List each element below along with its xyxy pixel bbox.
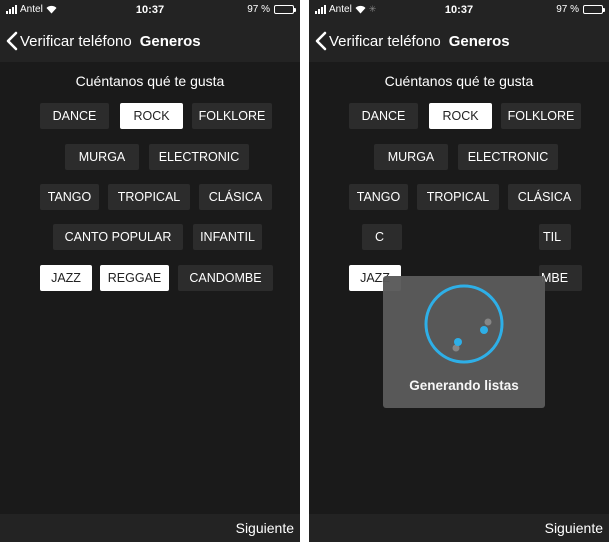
genre-chip-dance[interactable]: DANCE (349, 103, 418, 129)
nav-bar: Verificar teléfono Generos (0, 20, 300, 62)
genre-chip-electronic[interactable]: ELECTRONIC (149, 144, 249, 170)
genre-chip-candombe[interactable]: MBE (539, 265, 582, 291)
genre-chip-infantil[interactable]: TIL (539, 224, 571, 250)
next-button[interactable]: Siguiente (545, 520, 603, 536)
screen-genres-loading: Antel ✳ 10:37 97 % Verificar teléfono Ge… (309, 0, 609, 542)
page-title: Generos (448, 32, 510, 50)
back-label: Verificar teléfono (329, 32, 441, 50)
genre-chip-electronic[interactable]: ELECTRONIC (458, 144, 558, 170)
genre-chip-canto-popular[interactable]: CANTO POPULAR (53, 224, 183, 250)
status-bar: Antel 10:37 97 % (0, 0, 300, 20)
genre-chip-tropical[interactable]: TROPICAL (417, 184, 499, 210)
battery-percent: 97 % (247, 4, 270, 15)
genre-chip-canto-popular[interactable]: C (362, 224, 402, 250)
battery-icon (583, 5, 605, 14)
genre-chip-folklore[interactable]: FOLKLORE (192, 103, 272, 129)
genre-chip-tropical[interactable]: TROPICAL (108, 184, 190, 210)
page-title: Generos (139, 32, 201, 50)
chevron-left-icon (6, 31, 18, 51)
loading-dialog: Generando listas (383, 276, 545, 408)
bottom-bar: Siguiente (0, 514, 300, 542)
genre-chip-clasica[interactable]: CLÁSICA (508, 184, 581, 210)
genre-chip-reggae[interactable]: REGGAE (100, 265, 169, 291)
genre-chip-dance[interactable]: DANCE (40, 103, 109, 129)
genre-chip-clasica[interactable]: CLÁSICA (199, 184, 272, 210)
genre-chip-murga[interactable]: MURGA (65, 144, 139, 170)
genre-picker: Cuéntanos qué te gusta DANCE ROCK FOLKLO… (309, 62, 609, 514)
loading-spinner-icon (424, 284, 504, 364)
back-label: Verificar teléfono (20, 32, 132, 50)
prompt-text: Cuéntanos qué te gusta (75, 73, 225, 89)
back-button[interactable]: Verificar teléfono (0, 31, 132, 51)
nav-bar: Verificar teléfono Generos (309, 20, 609, 62)
back-button[interactable]: Verificar teléfono (309, 31, 441, 51)
genre-picker: Cuéntanos qué te gusta DANCE ROCK FOLKLO… (0, 62, 300, 514)
genre-chip-infantil[interactable]: INFANTIL (193, 224, 262, 250)
battery-icon (274, 5, 296, 14)
prompt-text: Cuéntanos qué te gusta (384, 73, 534, 89)
screen-genres: Antel 10:37 97 % Verificar teléfono Gene… (0, 0, 300, 542)
genre-chip-murga[interactable]: MURGA (374, 144, 448, 170)
battery-percent: 97 % (556, 4, 579, 15)
genre-chip-jazz[interactable]: JAZZ (40, 265, 92, 291)
genre-chip-candombe[interactable]: CANDOMBE (178, 265, 273, 291)
status-bar: Antel ✳ 10:37 97 % (309, 0, 609, 20)
genre-chip-rock[interactable]: ROCK (429, 103, 492, 129)
genre-chip-tango[interactable]: TANGO (349, 184, 408, 210)
chevron-left-icon (315, 31, 327, 51)
bottom-bar: Siguiente (309, 514, 609, 542)
loading-label: Generando listas (409, 378, 519, 393)
genre-chip-folklore[interactable]: FOLKLORE (501, 103, 581, 129)
next-button[interactable]: Siguiente (236, 520, 294, 536)
genre-chip-tango[interactable]: TANGO (40, 184, 99, 210)
genre-chip-rock[interactable]: ROCK (120, 103, 183, 129)
